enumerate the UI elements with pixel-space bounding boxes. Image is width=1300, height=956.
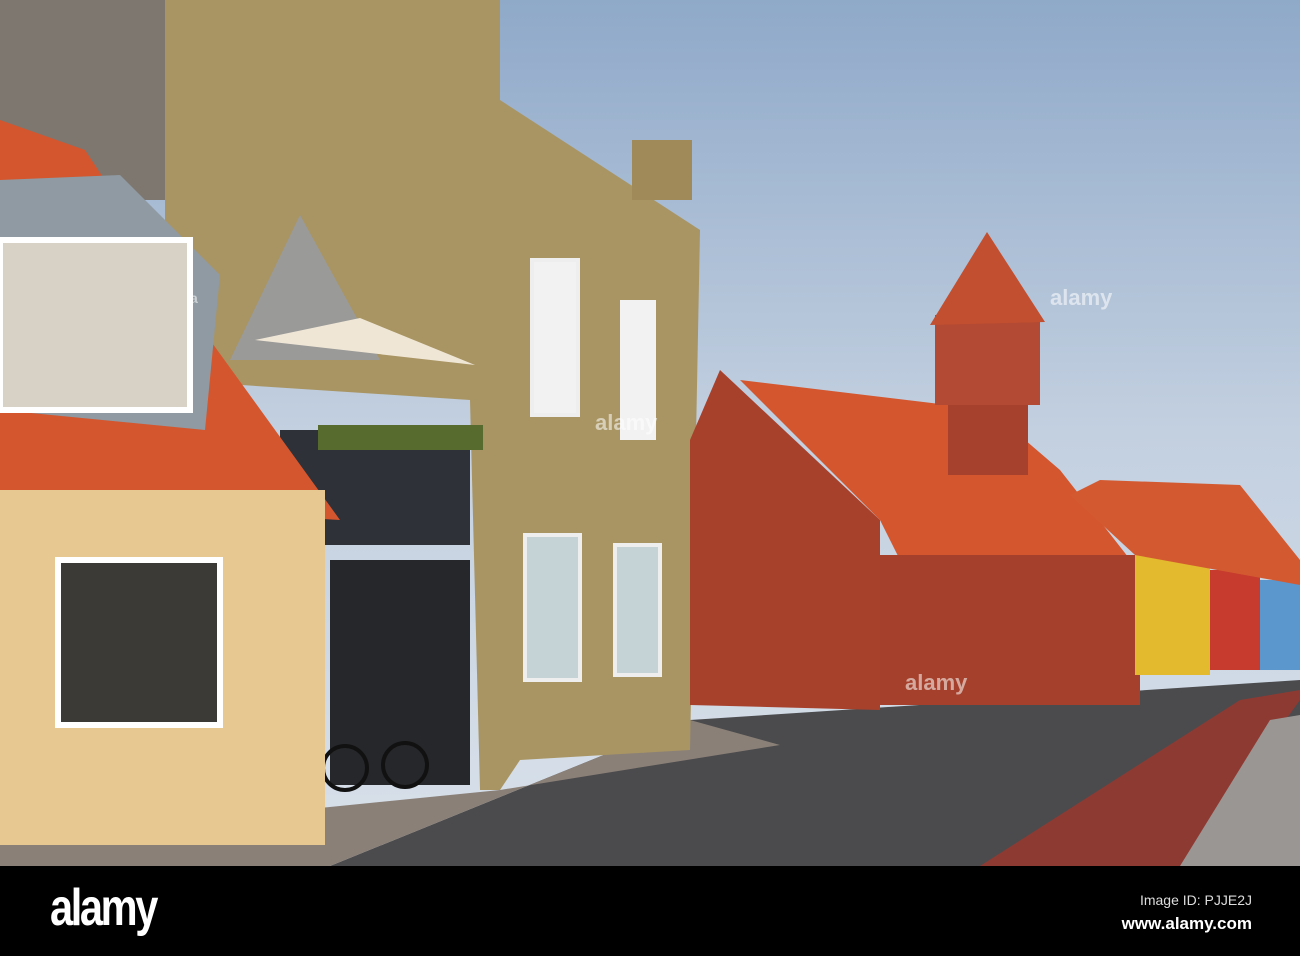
window xyxy=(530,258,580,417)
watermark-logo: alamy xyxy=(595,410,658,435)
cottage-window xyxy=(55,557,223,728)
watermark-logo: alamy xyxy=(905,670,968,695)
website-url: www.alamy.com xyxy=(1121,914,1252,933)
watermark-logo: alamy xyxy=(1050,285,1113,310)
water-tower-shaft xyxy=(948,400,1028,475)
chimney xyxy=(632,140,692,200)
water-tower-tank xyxy=(935,315,1040,405)
dormer-window xyxy=(0,237,193,413)
image-id: Image ID: PJJE2J xyxy=(1139,892,1252,908)
watermark-logo: a xyxy=(190,290,198,306)
blue-house xyxy=(1260,580,1300,670)
window xyxy=(523,533,582,682)
red-house xyxy=(1210,570,1260,670)
alamy-logo: alamy xyxy=(50,879,158,937)
plants xyxy=(318,425,483,450)
garage-door xyxy=(330,560,470,785)
watermark-bar: alamy Image ID: PJJE2J www.alamy.com xyxy=(0,866,1300,956)
photo-frame: a alamy alamy alamy alamy Image ID: PJJE… xyxy=(0,0,1300,956)
window xyxy=(613,543,662,677)
